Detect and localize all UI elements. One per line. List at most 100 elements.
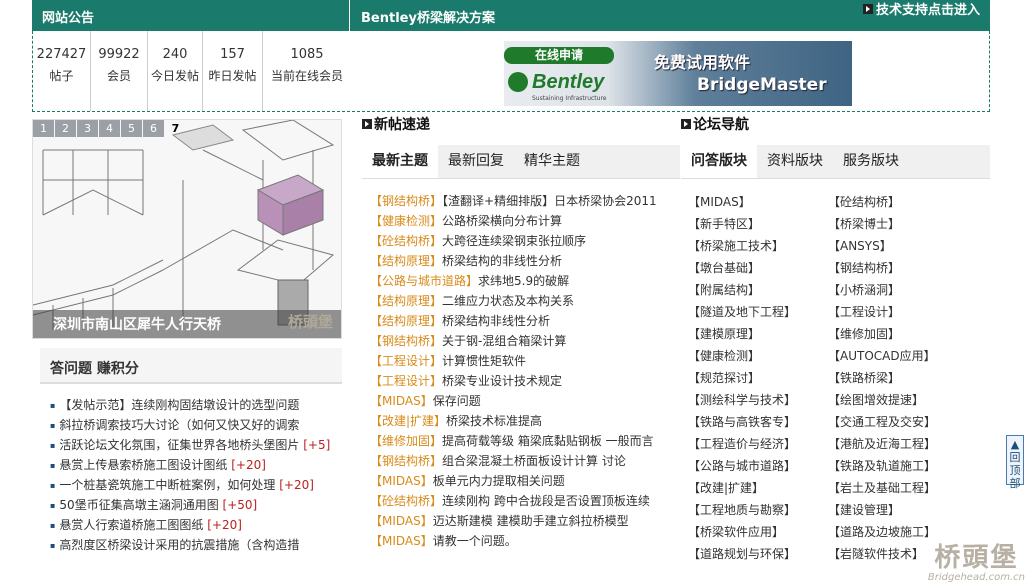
- post-category[interactable]: 【砼结构桥】: [370, 494, 442, 508]
- post-category[interactable]: 【砼结构桥】: [370, 234, 442, 248]
- post-item[interactable]: 【MIDAS】请教一个问题。: [370, 531, 675, 551]
- forum-board-link[interactable]: 【附属结构】: [688, 279, 796, 301]
- post-category[interactable]: 【MIDAS】: [370, 394, 433, 408]
- post-item[interactable]: 【工程设计】桥梁专业设计技术规定: [370, 371, 675, 391]
- forum-board-link[interactable]: 【测绘科学与技术】: [688, 389, 796, 411]
- forum-board-link[interactable]: 【维修加固】: [828, 323, 936, 345]
- slide-tab[interactable]: 1: [33, 120, 54, 137]
- forum-board-link[interactable]: 【铁路与高铁客专】: [688, 411, 796, 433]
- post-item[interactable]: 【MIDAS】保存问题: [370, 391, 675, 411]
- forum-board-link[interactable]: 【建设管理】: [828, 499, 936, 521]
- post-category[interactable]: 【维修加固】: [370, 434, 442, 448]
- forum-board-link[interactable]: 【工程造价与经济】: [688, 433, 796, 455]
- post-title[interactable]: 计算惯性矩软件: [442, 354, 526, 368]
- featured-slideshow[interactable]: 1 2 3 4 5 6 7 深圳市南山区犀牛人行天桥 桥頭堡: [32, 119, 342, 339]
- post-item[interactable]: 【维修加固】提高荷载等级 箱梁底黏贴钢板 一般而言: [370, 431, 675, 451]
- post-title[interactable]: 提高荷载等级 箱梁底黏贴钢板 一般而言: [442, 434, 654, 448]
- forum-board-link[interactable]: 【砼结构桥】: [828, 191, 936, 213]
- forum-board-link[interactable]: 【交通工程及交安】: [828, 411, 936, 433]
- post-title[interactable]: 二维应力状态及本构关系: [442, 294, 574, 308]
- post-category[interactable]: 【MIDAS】: [370, 474, 433, 488]
- back-to-top-button[interactable]: ▲ 回顶部: [1006, 435, 1024, 490]
- forum-board-link[interactable]: 【工程地质与勘察】: [688, 499, 796, 521]
- forum-board-link[interactable]: 【绘图增效提速】: [828, 389, 936, 411]
- list-item[interactable]: 【发帖示范】连续刚构固结墩设计的选型问题: [50, 395, 342, 415]
- post-item[interactable]: 【公路与城市道路】求纬地5.9的破解: [370, 271, 675, 291]
- post-title[interactable]: 板单元内力提取相关问题: [433, 474, 565, 488]
- post-category[interactable]: 【工程设计】: [370, 374, 442, 388]
- post-category[interactable]: 【健康检测】: [370, 214, 442, 228]
- list-item[interactable]: 斜拉桥调索技巧大讨论（如何又快又好的调索: [50, 415, 342, 435]
- post-title[interactable]: 求纬地5.9的破解: [478, 274, 569, 288]
- apply-online-button[interactable]: 在线申请: [504, 47, 614, 64]
- post-item[interactable]: 【结构原理】桥梁结构的非线性分析: [370, 251, 675, 271]
- slide-tab[interactable]: 4: [99, 120, 120, 137]
- tab-resource-boards[interactable]: 资料版块: [757, 145, 833, 178]
- tab-featured-topics[interactable]: 精华主题: [514, 145, 590, 178]
- post-item[interactable]: 【MIDAS】板单元内力提取相关问题: [370, 471, 675, 491]
- post-title[interactable]: 桥梁结构的非线性分析: [442, 254, 562, 268]
- post-item[interactable]: 【结构原理】桥梁结构非线性分析: [370, 311, 675, 331]
- post-item[interactable]: 【改建|扩建】桥梁技术标准提高: [370, 411, 675, 431]
- tab-latest-replies[interactable]: 最新回复: [438, 145, 514, 178]
- tab-qa-boards[interactable]: 问答版块: [681, 145, 757, 178]
- bentley-ad-banner[interactable]: 在线申请 Bentley Sustaining Infrastructure 免…: [504, 41, 852, 106]
- post-item[interactable]: 【钢结构桥】关于钢-混组合箱梁计算: [370, 331, 675, 351]
- post-title[interactable]: 连续刚构 跨中合拢段是否设置顶板连续: [442, 494, 650, 508]
- post-item[interactable]: 【结构原理】二维应力状态及本构关系: [370, 291, 675, 311]
- post-category[interactable]: 【结构原理】: [370, 294, 442, 308]
- post-category[interactable]: 【结构原理】: [370, 254, 442, 268]
- post-title[interactable]: 桥梁专业设计技术规定: [442, 374, 562, 388]
- tab-latest-topics[interactable]: 最新主题: [362, 145, 438, 178]
- post-item[interactable]: 【砼结构桥】大跨径连续梁钢束张拉顺序: [370, 231, 675, 251]
- slide-tab[interactable]: 5: [121, 120, 142, 137]
- forum-board-link[interactable]: 【铁路桥梁】: [828, 367, 936, 389]
- forum-board-link[interactable]: 【ANSYS】: [828, 235, 936, 257]
- list-item[interactable]: 高烈度区桥梁设计采用的抗震措施（含构造措: [50, 535, 342, 555]
- slide-tab[interactable]: 2: [55, 120, 76, 137]
- post-category[interactable]: 【MIDAS】: [370, 534, 433, 548]
- forum-board-link[interactable]: 【新手特区】: [688, 213, 796, 235]
- post-item[interactable]: 【MIDAS】迈达斯建模 建模助手建立斜拉桥模型: [370, 511, 675, 531]
- post-category[interactable]: 【改建|扩建】: [370, 414, 446, 428]
- forum-board-link[interactable]: 【规范探讨】: [688, 367, 796, 389]
- post-title[interactable]: 迈达斯建模 建模助手建立斜拉桥模型: [433, 514, 629, 528]
- post-title[interactable]: 桥梁结构非线性分析: [442, 314, 550, 328]
- forum-board-link[interactable]: 【钢结构桥】: [828, 257, 936, 279]
- list-item[interactable]: 50堡币征集高墩主涵洞通用图 [+50]: [50, 495, 342, 515]
- slide-tab[interactable]: 3: [77, 120, 98, 137]
- post-item[interactable]: 【工程设计】计算惯性矩软件: [370, 351, 675, 371]
- list-item[interactable]: 活跃论坛文化氛围，征集世界各地桥头堡图片 [+5]: [50, 435, 342, 455]
- list-item[interactable]: 悬赏上传悬索桥施工图设计图纸 [+20]: [50, 455, 342, 475]
- forum-board-link[interactable]: 【桥梁软件应用】: [688, 521, 796, 543]
- forum-board-link[interactable]: 【小桥涵洞】: [828, 279, 936, 301]
- post-item[interactable]: 【钢结构桥】【渣翻译+精细排版】日本桥梁协会2011: [370, 191, 675, 211]
- post-category[interactable]: 【MIDAS】: [370, 514, 433, 528]
- forum-board-link[interactable]: 【岩隧软件技术】: [828, 543, 936, 565]
- forum-board-link[interactable]: 【建模原理】: [688, 323, 796, 345]
- forum-board-link[interactable]: 【岩土及基础工程】: [828, 477, 936, 499]
- forum-board-link[interactable]: 【健康检测】: [688, 345, 796, 367]
- forum-board-link[interactable]: 【道路规划与环保】: [688, 543, 796, 565]
- slide-tab[interactable]: 6: [143, 120, 164, 137]
- list-item[interactable]: 一个桩基瓷筑施工中断桩案例，如何处理 [+20]: [50, 475, 342, 495]
- post-item[interactable]: 【健康检测】公路桥梁横向分布计算: [370, 211, 675, 231]
- post-category[interactable]: 【钢结构桥】: [370, 194, 442, 208]
- forum-board-link[interactable]: 【桥梁博士】: [828, 213, 936, 235]
- post-category[interactable]: 【公路与城市道路】: [370, 274, 478, 288]
- post-item[interactable]: 【砼结构桥】连续刚构 跨中合拢段是否设置顶板连续: [370, 491, 675, 511]
- list-item[interactable]: 悬赏人行索道桥施工图图纸 [+20]: [50, 515, 342, 535]
- forum-board-link[interactable]: 【公路与城市道路】: [688, 455, 796, 477]
- tech-support-link[interactable]: 技术支持点击进入: [862, 0, 980, 18]
- post-title[interactable]: 保存问题: [433, 394, 481, 408]
- forum-board-link[interactable]: 【隧道及地下工程】: [688, 301, 796, 323]
- tab-service-boards[interactable]: 服务版块: [833, 145, 909, 178]
- forum-board-link[interactable]: 【铁路及轨道施工】: [828, 455, 936, 477]
- post-title[interactable]: 请教一个问题。: [433, 534, 517, 548]
- forum-board-link[interactable]: 【道路及边坡施工】: [828, 521, 936, 543]
- post-category[interactable]: 【钢结构桥】: [370, 334, 442, 348]
- post-title[interactable]: 公路桥梁横向分布计算: [442, 214, 562, 228]
- post-item[interactable]: 【钢结构桥】组合梁混凝土桥面板设计计算 讨论: [370, 451, 675, 471]
- post-category[interactable]: 【钢结构桥】: [370, 454, 442, 468]
- forum-board-link[interactable]: 【墩台基础】: [688, 257, 796, 279]
